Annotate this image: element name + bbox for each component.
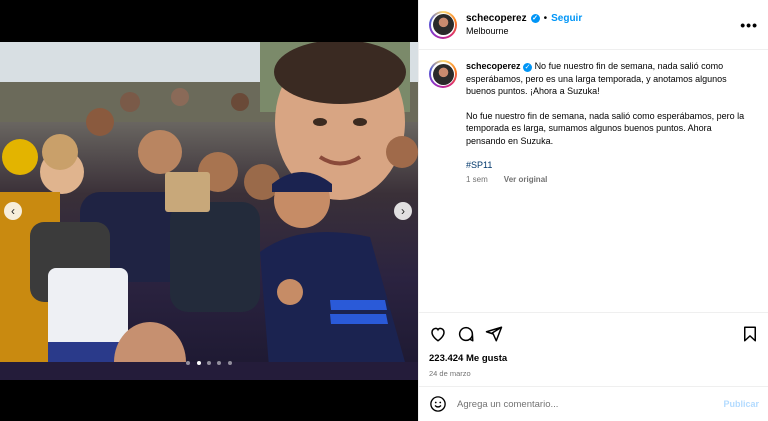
more-options-icon[interactable]: ••• bbox=[740, 17, 758, 33]
carousel-dot bbox=[217, 361, 222, 365]
comment-input[interactable] bbox=[457, 398, 724, 410]
post-modal: ‹ › schecoperez ✓ • Seguir Melbourne ••• bbox=[0, 0, 768, 421]
post-age: 1 sem bbox=[466, 174, 488, 184]
caption-avatar[interactable] bbox=[429, 60, 457, 88]
post-header: schecoperez ✓ • Seguir Melbourne ••• bbox=[419, 0, 768, 50]
location-link[interactable]: Melbourne bbox=[466, 26, 740, 36]
see-original-button[interactable]: Ver original bbox=[504, 174, 548, 187]
carousel-dot bbox=[196, 361, 201, 365]
crowd-photo bbox=[0, 42, 418, 380]
post-date: 24 de marzo bbox=[429, 369, 471, 378]
carousel-dot bbox=[207, 361, 211, 365]
avatar[interactable] bbox=[429, 10, 457, 39]
caption-area: schecoperez ✓ No fue nuestro fin de sema… bbox=[419, 50, 768, 312]
post-image[interactable]: ‹ › bbox=[0, 42, 418, 380]
separator: • bbox=[543, 13, 548, 24]
carousel-next-button[interactable]: › bbox=[394, 202, 412, 220]
follow-button[interactable]: Seguir bbox=[551, 13, 582, 24]
verified-icon: ✓ bbox=[530, 14, 540, 23]
emoji-icon[interactable] bbox=[429, 395, 447, 413]
like-count[interactable]: 223.424 Me gusta bbox=[429, 353, 759, 364]
post-details-panel: schecoperez ✓ • Seguir Melbourne ••• sch… bbox=[418, 0, 768, 421]
comment-icon[interactable] bbox=[457, 325, 475, 343]
publish-button[interactable]: Publicar bbox=[723, 399, 759, 409]
save-icon[interactable] bbox=[741, 325, 759, 343]
carousel-dot bbox=[227, 361, 232, 365]
comment-composer: Publicar bbox=[419, 386, 768, 421]
carousel-dots bbox=[0, 352, 418, 370]
action-bar: 223.424 Me gusta 24 de marzo bbox=[419, 312, 768, 378]
caption-username[interactable]: schecoperez bbox=[466, 61, 521, 71]
share-icon[interactable] bbox=[485, 325, 503, 343]
verified-icon: ✓ bbox=[523, 63, 533, 72]
hashtag-link[interactable]: #SP11 bbox=[466, 159, 751, 172]
like-icon[interactable] bbox=[429, 325, 447, 343]
carousel-dot bbox=[186, 361, 191, 365]
carousel-prev-button[interactable]: ‹ bbox=[4, 202, 22, 220]
caption-translation: No fue nuestro fin de semana, nada salió… bbox=[466, 110, 745, 146]
username-link[interactable]: schecoperez bbox=[466, 13, 527, 24]
